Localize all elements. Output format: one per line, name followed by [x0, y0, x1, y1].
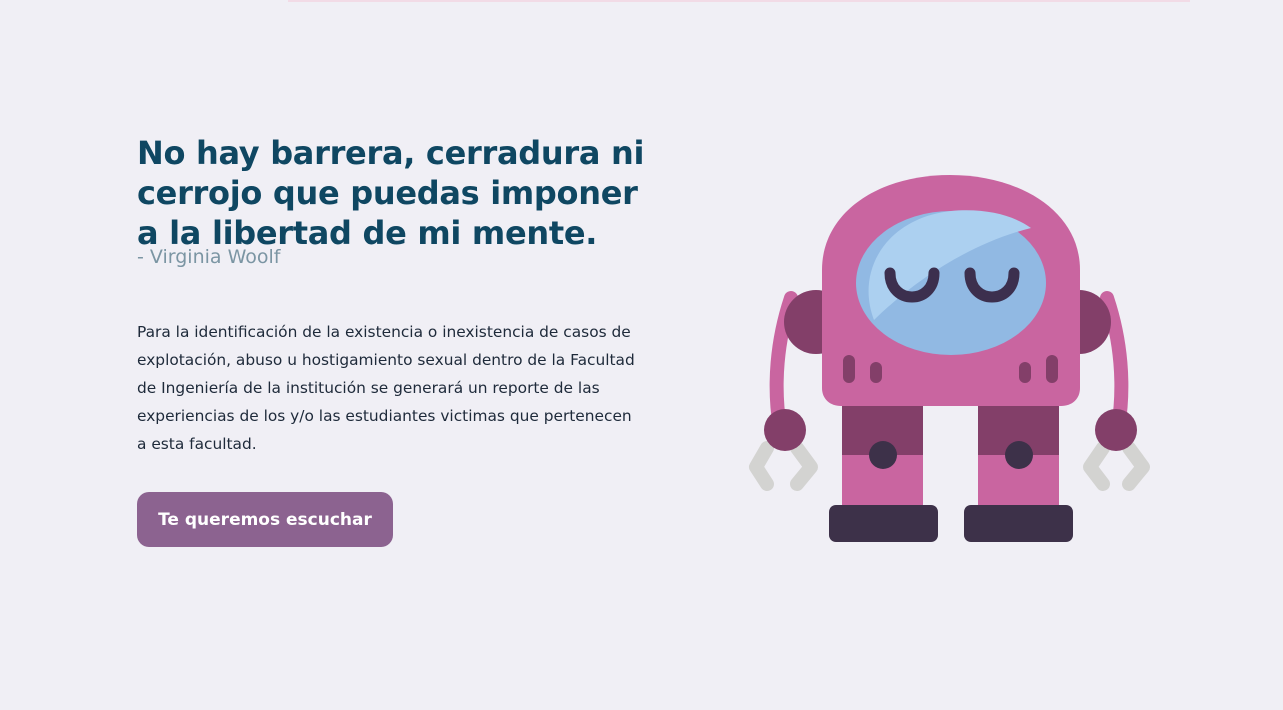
- robot-right-foot: [964, 505, 1073, 542]
- hero-quote: No hay barrera, cerradura ni cerrojo que…: [137, 134, 645, 252]
- cta-button[interactable]: Te queremos escuchar: [137, 492, 393, 547]
- robot-vent: [1046, 355, 1058, 383]
- top-divider: [288, 0, 1190, 2]
- robot-right-knee: [1005, 441, 1033, 469]
- page: No hay barrera, cerradura ni cerrojo que…: [0, 0, 1283, 710]
- robot-right-claw-inner: [1083, 441, 1110, 491]
- robot-left-hand: [764, 409, 806, 451]
- robot-left-knee: [869, 441, 897, 469]
- hero-text-block: No hay barrera, cerradura ni cerrojo que…: [137, 133, 657, 458]
- robot-vent: [1019, 362, 1031, 383]
- robot-right-claw-outer: [1122, 441, 1150, 491]
- robot-left-claw-outer: [749, 441, 774, 491]
- robot-right-hand: [1095, 409, 1137, 451]
- robot-vent: [843, 355, 855, 383]
- hero-description: Para la identificación de la existencia …: [137, 323, 635, 453]
- robot-illustration-icon: [749, 175, 1150, 542]
- robot-left-foot: [829, 505, 938, 542]
- robot-left-claw-inner: [790, 441, 818, 491]
- robot-vent: [870, 362, 882, 383]
